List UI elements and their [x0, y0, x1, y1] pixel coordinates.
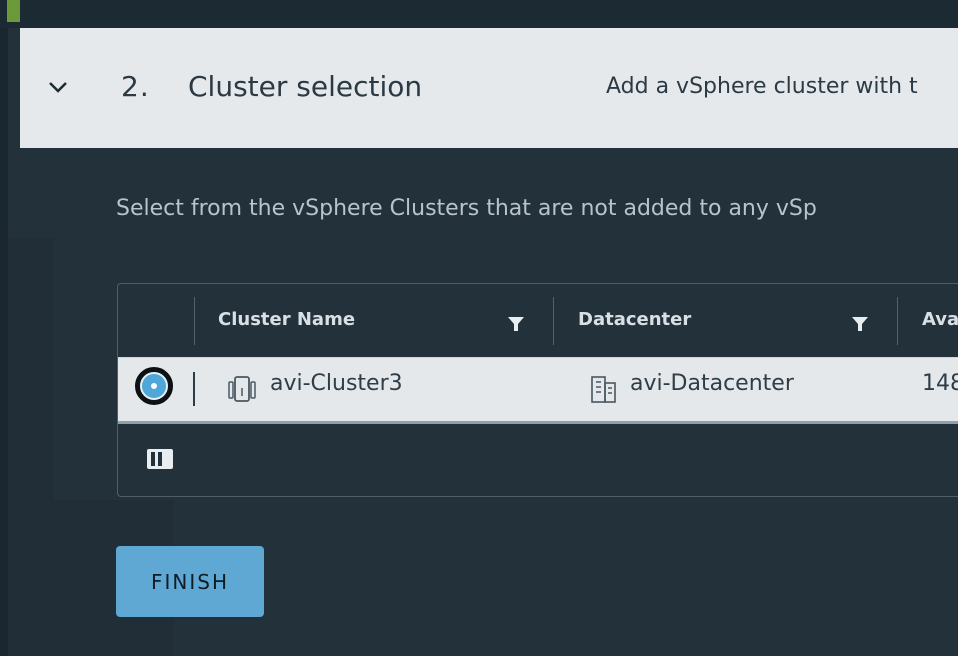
radio-ring: [140, 372, 168, 400]
cell-available: 148: [922, 371, 958, 396]
table-row[interactable]: avi-Cluster3 avi-Datacenter 148: [118, 357, 958, 424]
row-select-radio[interactable]: [135, 367, 173, 405]
step-header[interactable]: 2. Cluster selection Add a vSphere clust…: [20, 28, 958, 148]
step-description: Add a vSphere cluster with t: [606, 74, 918, 99]
column-toggle-icon[interactable]: [145, 447, 175, 471]
top-bar: [0, 0, 958, 28]
finish-button[interactable]: FINISH: [116, 546, 264, 617]
step-number: 2.: [121, 70, 150, 103]
column-header-datacenter[interactable]: Datacenter: [578, 309, 691, 330]
column-separator[interactable]: [553, 297, 554, 345]
cell-datacenter: avi-Datacenter: [630, 371, 794, 396]
cell-cluster-name: avi-Cluster3: [270, 371, 403, 396]
column-separator[interactable]: [897, 297, 898, 345]
datagrid-header: Cluster Name Datacenter Ava: [118, 284, 958, 358]
column-header-available[interactable]: Ava: [922, 309, 958, 330]
datagrid-footer: [118, 424, 958, 496]
left-rail: [0, 28, 8, 656]
left-panel-shade: [8, 238, 54, 656]
column-separator[interactable]: [194, 297, 195, 345]
chevron-down-icon[interactable]: [47, 76, 69, 98]
instruction-text: Select from the vSphere Clusters that ar…: [116, 196, 817, 221]
step-title: Cluster selection: [188, 70, 423, 103]
status-indicator: [7, 0, 20, 22]
cluster-icon: [228, 376, 256, 402]
column-header-cluster-name[interactable]: Cluster Name: [218, 309, 355, 330]
radio-dot: [151, 383, 157, 389]
datacenter-icon: [591, 376, 616, 403]
filter-icon[interactable]: [851, 315, 869, 333]
row-separator: [193, 372, 195, 406]
clusters-datagrid: Cluster Name Datacenter Ava avi-Cluster3: [117, 283, 958, 497]
filter-icon[interactable]: [507, 315, 525, 333]
